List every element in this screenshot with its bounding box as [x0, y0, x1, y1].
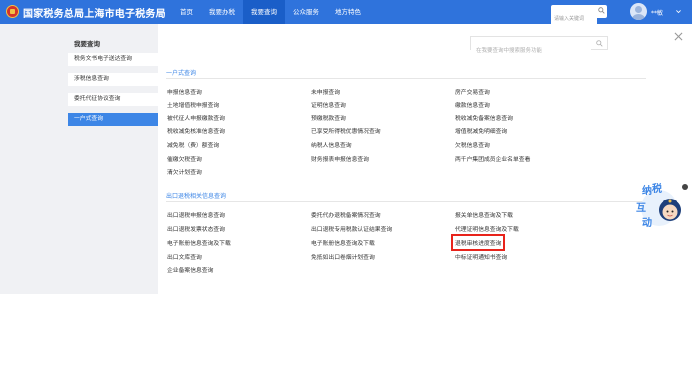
link-refund-tax-certification[interactable]: 出口退税专用税款认证结果查询 [311, 224, 392, 233]
link-agency-certificate-download[interactable]: 代理证明信息查询及下载 [455, 224, 519, 233]
top-navigation-bar: 国家税务总局上海市电子税务局 首页 我要办税 我要查询 公众服务 地方特色 **… [0, 0, 692, 26]
link-vat-relief-detail[interactable]: 增值税减免明细查询 [455, 126, 507, 135]
tax-emblem-logo [6, 5, 19, 18]
link-income-tax-preference[interactable]: 已享受所得税优惠情况查询 [311, 126, 381, 135]
link-undeclared[interactable]: 未申报查询 [311, 87, 340, 96]
helper-char-4: 动 [642, 218, 652, 229]
helper-char-1: 纳 [642, 186, 652, 197]
nav-home[interactable]: 首页 [172, 0, 201, 24]
helper-char-2: 税 [652, 184, 662, 195]
sidebar-item-collection-agreement[interactable]: 委托代征协议查询 [68, 93, 158, 106]
link-land-vat-declaration[interactable]: 土地增值税申报查询 [167, 100, 219, 109]
tax-interaction-helper[interactable]: 纳 税 互 动 [634, 182, 684, 230]
link-export-refund-declaration[interactable]: 出口退税申报信息查询 [167, 210, 225, 219]
link-enterprise-filing[interactable]: 企业备案信息查询 [167, 265, 213, 274]
nav-query[interactable]: 我要查询 [243, 0, 285, 24]
link-export-invoice-status[interactable]: 出口退税发票状态查询 [167, 224, 225, 233]
link-export-library[interactable]: 出口文库查询 [167, 252, 202, 261]
link-cigarette-export-plan[interactable]: 免抵如出口卷烟计划查询 [311, 252, 375, 261]
link-relief-filing[interactable]: 税收减免备案信息查询 [455, 113, 513, 122]
link-e-ledger-download-2[interactable]: 电子账册信息查询及下载 [311, 238, 375, 247]
link-financial-statements[interactable]: 财务报表申报信息查询 [311, 154, 369, 163]
sidebar-title: 我要查询 [74, 40, 100, 48]
link-collected-payer-declaration[interactable]: 被代征人申报缴款查询 [167, 113, 225, 122]
link-certificate-info[interactable]: 证明信息查询 [311, 100, 346, 109]
nav-local-features[interactable]: 地方特色 [327, 0, 369, 24]
sidebar-item-one-stop-query[interactable]: 一户式查询 [68, 113, 158, 126]
helper-char-3: 互 [636, 203, 646, 214]
section-divider [166, 201, 646, 202]
link-tax-reduction-amount[interactable]: 减免税（费）额查询 [167, 140, 219, 149]
link-arrears-plan[interactable]: 清欠计划查询 [167, 167, 202, 176]
link-prepaid-tax[interactable]: 预缴税款查询 [311, 113, 346, 122]
helper-close-dot-icon[interactable] [682, 184, 688, 190]
link-tax-relief-approval[interactable]: 税收减免核准信息查询 [167, 126, 225, 135]
link-group-member-list[interactable]: 两千户集团成员企业名单查看 [455, 154, 530, 163]
section-divider [166, 78, 646, 79]
search-icon[interactable] [596, 40, 603, 47]
query-sidebar: 我要查询 税务文书电子送达查询 涉税信息查询 委托代征协议查询 一户式查询 [0, 24, 158, 294]
link-payment-info[interactable]: 缴款信息查询 [455, 100, 490, 109]
close-icon[interactable] [674, 32, 683, 41]
site-title[interactable]: 国家税务总局上海市电子税务局 [23, 5, 166, 20]
section-title-one-stop: 一户式查询 [166, 70, 197, 77]
search-icon[interactable] [598, 7, 605, 14]
link-tax-arrears-info[interactable]: 欠税信息查询 [455, 140, 490, 149]
link-customs-declaration-download[interactable]: 报关单信息查询及下载 [455, 210, 513, 219]
user-avatar[interactable] [630, 3, 647, 20]
chevron-down-icon[interactable] [675, 8, 682, 15]
link-property-transaction[interactable]: 房产交易查询 [455, 87, 490, 96]
link-refund-review-progress[interactable]: 退税审核进度查询 [450, 234, 506, 251]
link-e-ledger-download[interactable]: 电子账册信息查询及下载 [167, 238, 231, 247]
nav-public-service[interactable]: 公众服务 [285, 0, 327, 24]
main-nav: 首页 我要办税 我要查询 公众服务 地方特色 [172, 0, 369, 24]
link-bid-certificate-notice[interactable]: 中标证明通知书查询 [455, 252, 507, 261]
section-title-export-refund: 出口退税相关信息查询 [166, 193, 227, 200]
service-search-box [470, 36, 608, 57]
link-overdue-tax-notice[interactable]: 催缴欠税查询 [167, 154, 202, 163]
link-agent-refund-filing[interactable]: 委托代办退税备案情况查询 [311, 210, 381, 219]
sidebar-item-tax-info[interactable]: 涉税信息查询 [68, 73, 158, 86]
global-search-input[interactable] [551, 12, 597, 26]
link-declaration-info[interactable]: 申报信息查询 [167, 87, 202, 96]
sidebar-item-document-delivery[interactable]: 税务文书电子送达查询 [68, 53, 158, 66]
link-taxpayer-info[interactable]: 纳税人信息查询 [311, 140, 352, 149]
nav-tax-handling[interactable]: 我要办税 [201, 0, 243, 24]
service-search-input[interactable] [471, 45, 591, 57]
user-name[interactable]: **敏 [651, 8, 663, 17]
global-search-box [551, 5, 607, 26]
